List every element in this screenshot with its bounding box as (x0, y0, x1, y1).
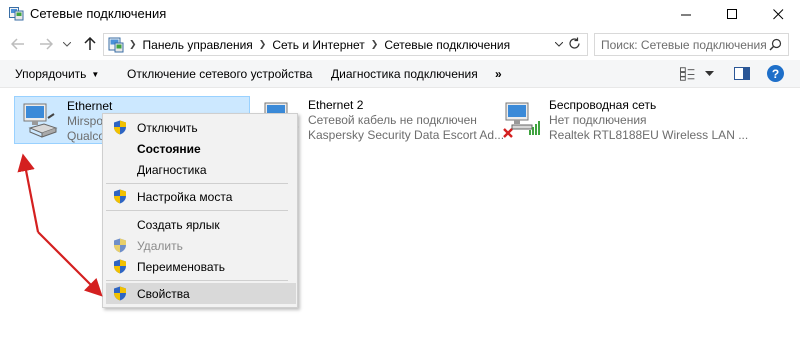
breadcrumb-network-connections[interactable]: Сетевые подключения (384, 38, 510, 52)
minimize-icon (680, 14, 691, 15)
context-menu: Отключить Состояние Диагностика Настройк… (102, 113, 298, 308)
help-icon: ? (771, 66, 780, 81)
navigation-bar: ❯ Панель управления ❯ Сеть и Интернет ❯ … (0, 30, 800, 58)
menu-item-label: Свойства (137, 287, 190, 301)
more-commands-button[interactable]: » (495, 67, 502, 81)
menu-item-rename[interactable]: Переименовать (106, 256, 296, 277)
connection-details: Ethernet 2 Сетевой кабель не подключен K… (308, 98, 504, 143)
menu-item-label: Настройка моста (137, 190, 233, 204)
close-icon (772, 8, 783, 19)
refresh-icon (569, 37, 580, 49)
network-connections-icon (9, 7, 24, 21)
uac-shield-icon (114, 189, 126, 204)
chevron-down-icon (63, 41, 71, 47)
connection-name: Ethernet (67, 99, 113, 113)
up-button[interactable] (80, 34, 100, 54)
chevron-down-icon (705, 71, 714, 76)
address-bar[interactable]: ❯ Панель управления ❯ Сеть и Интернет ❯ … (103, 33, 588, 56)
breadcrumb-control-panel[interactable]: Панель управления (143, 38, 253, 52)
menu-item-delete: Удалить (106, 235, 296, 256)
connection-name: Ethernet 2 (308, 98, 364, 112)
annotation-arrow-to-item (17, 153, 40, 233)
uac-shield-icon (114, 120, 126, 135)
title-bar: Сетевые подключения (0, 0, 800, 28)
connection-details: Беспроводная сеть Нет подключения Realte… (549, 98, 748, 143)
breadcrumb-separator-icon: ❯ (370, 39, 379, 49)
menu-item-label: Удалить (137, 239, 183, 253)
breadcrumb-network-internet[interactable]: Сеть и Интернет (272, 38, 364, 52)
chevron-down-icon (554, 41, 564, 47)
annotation-arrow-to-properties (37, 231, 103, 297)
menu-separator (106, 280, 288, 281)
chevron-down-icon: ▼ (91, 70, 100, 79)
preview-pane-icon[interactable] (734, 67, 750, 80)
menu-item-diagnose[interactable]: Диагностика (106, 159, 296, 180)
uac-shield-icon (114, 259, 126, 274)
search-icon (769, 38, 782, 51)
menu-item-disable[interactable]: Отключить (106, 117, 296, 138)
connection-status: Нет подключения (549, 113, 647, 127)
back-button[interactable] (8, 34, 28, 54)
wireless-adapter-disconnected-icon (503, 102, 540, 138)
menu-item-properties[interactable]: Свойства (106, 283, 296, 304)
connection-name: Беспроводная сеть (549, 98, 657, 112)
menu-item-status[interactable]: Состояние (106, 138, 296, 159)
help-button[interactable]: ? (767, 65, 784, 82)
menu-item-label: Отключить (137, 121, 198, 135)
menu-item-bridge[interactable]: Настройка моста (106, 186, 296, 207)
minimize-button[interactable] (663, 0, 709, 28)
connection-device: Kaspersky Security Data Escort Ad... (308, 128, 505, 142)
search-input[interactable]: Поиск: Сетевые подключения (594, 33, 789, 56)
control-panel-icon (108, 37, 124, 52)
recent-locations-button[interactable] (60, 34, 74, 54)
menu-item-label: Диагностика (137, 163, 207, 177)
diagnose-connection-button[interactable]: Диагностика подключения (331, 67, 478, 81)
search-placeholder: Поиск: Сетевые подключения (601, 37, 767, 52)
menu-separator (106, 210, 288, 211)
address-dropdown-button[interactable] (554, 39, 564, 49)
arrow-right-icon (40, 38, 53, 50)
connection-device: Realtek RTL8188EU Wireless LAN ... (549, 128, 749, 142)
maximize-button[interactable] (709, 0, 755, 28)
command-bar: Упорядочить ▼ Отключение сетевого устройс… (0, 60, 800, 88)
menu-item-label: Переименовать (137, 260, 225, 274)
breadcrumb-separator-icon: ❯ (258, 39, 267, 49)
arrow-left-icon (11, 38, 24, 50)
network-adapter-icon (23, 103, 58, 138)
view-options-icon (680, 67, 695, 81)
forward-button[interactable] (36, 34, 56, 54)
organize-button[interactable]: Упорядочить ▼ (15, 67, 99, 81)
menu-item-label: Состояние (137, 142, 201, 156)
breadcrumb-separator-icon: ❯ (129, 39, 137, 49)
connection-status: Сетевой кабель не подключен (308, 113, 477, 127)
uac-shield-icon (114, 238, 126, 253)
maximize-icon (726, 8, 737, 19)
close-button[interactable] (755, 0, 800, 28)
organize-label: Упорядочить (15, 67, 87, 81)
arrow-up-icon (84, 37, 96, 50)
menu-item-create-shortcut[interactable]: Создать ярлык (106, 214, 296, 235)
refresh-button[interactable] (568, 37, 581, 53)
connection-item-wireless[interactable]: Беспроводная сеть Нет подключения Realte… (497, 96, 748, 144)
uac-shield-icon (114, 286, 126, 301)
change-view-button[interactable] (680, 66, 714, 82)
window-title: Сетевые подключения (30, 6, 167, 21)
menu-item-label: Создать ярлык (137, 218, 220, 232)
disable-device-button[interactable]: Отключение сетевого устройства (127, 67, 312, 81)
menu-separator (106, 183, 288, 184)
